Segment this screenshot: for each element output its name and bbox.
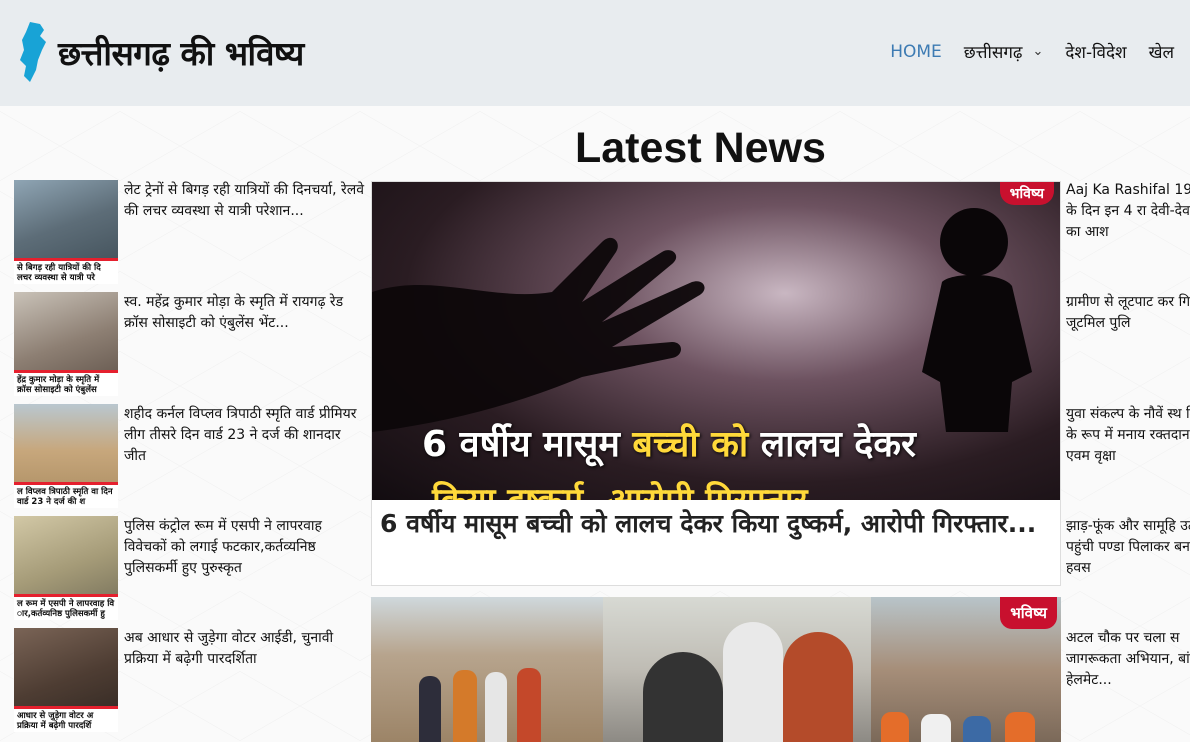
featured-image-headline: 6 वर्षीय मासूम बच्ची को लालच देकर [422,418,916,467]
news-thumbnail[interactable]: ल रूम में एसपी ने लापरवाह वि ार,कर्तव्यन… [14,516,118,620]
chevron-down-icon: ⌄ [1032,44,1044,59]
thumbnail-caption: हेंद्र कुमार मोड़ा के स्मृति में क्रॉस स… [14,370,118,396]
news-title[interactable]: Aaj Ka Rashifal 19 पंचमी के दिन इन 4 रा … [1066,180,1190,243]
news-title[interactable]: ग्रामीण से लूटपाट कर गिरफ्तार, जूटमिल पु… [1066,292,1190,334]
list-item[interactable]: से बिगड़ रही यात्रियों की दि लचर व्यवस्थ… [14,180,364,292]
news-title[interactable]: स्व. महेंद्र कुमार मोड़ा के स्मृति में र… [124,292,364,404]
thumbnail-caption: ल विप्लव त्रिपाठी स्मृति वा दिन वार्ड 23… [14,482,118,508]
nav-chhattisgarh-label: छत्तीसगढ़ [963,43,1023,63]
featured-image-subheadline: किया दुष्कर्म, आरोपी गिरफ्तार [432,476,808,500]
list-item[interactable]: युवा संकल्प के नौवें स्थ दिवस के रूप में… [1066,404,1190,516]
list-item[interactable]: ल विप्लव त्रिपाठी स्मृति वा दिन वार्ड 23… [14,404,364,516]
news-thumbnail[interactable]: से बिगड़ रही यात्रियों की दि लचर व्यवस्थ… [14,180,118,284]
second-featured-image[interactable]: भविष्य [371,597,1061,742]
news-title[interactable]: पुलिस कंट्रोल रूम में एसपी ने लापरवाह वि… [124,516,364,628]
photo-panel [371,597,603,742]
news-title[interactable]: अटल चौक पर चला स जागरूकता अभियान, बांटे … [1066,628,1190,691]
site-logo[interactable]: छत्तीसगढ़ की भविष्य [16,20,304,84]
chhattisgarh-map-icon [20,22,46,82]
news-title[interactable]: लेट ट्रेनों से बिगड़ रही यात्रियों की दि… [124,180,364,292]
main-nav: HOME छत्तीसगढ़ ⌄ देश-विदेश खेल [868,40,1174,64]
thumbnail-caption: आधार से जुड़ेगा वोटर अ प्रक्रिया में बढ़… [14,706,118,732]
news-title[interactable]: युवा संकल्प के नौवें स्थ दिवस के रूप में… [1066,404,1190,467]
right-news-list: Aaj Ka Rashifal 19 पंचमी के दिन इन 4 रा … [1066,180,1190,740]
news-thumbnail[interactable]: आधार से जुड़ेगा वोटर अ प्रक्रिया में बढ़… [14,628,118,732]
news-thumbnail[interactable]: हेंद्र कुमार मोड़ा के स्मृति में क्रॉस स… [14,292,118,396]
featured-title[interactable]: 6 वर्षीय मासूम बच्ची को लालच देकर किया द… [372,500,1060,548]
nav-khel[interactable]: खेल [1149,40,1174,63]
nav-desh-videsh[interactable]: देश-विदेश [1065,40,1126,63]
thumbnail-caption: ल रूम में एसपी ने लापरवाह वि ार,कर्तव्यन… [14,594,118,620]
brand-badge: भविष्य [999,182,1054,205]
nav-home[interactable]: HOME [890,42,942,62]
brand-badge: भविष्य [1000,597,1057,629]
headline-part: 6 वर्षीय मासूम [422,424,633,465]
list-item[interactable]: ल रूम में एसपी ने लापरवाह वि ार,कर्तव्यन… [14,516,364,628]
list-item[interactable]: ग्रामीण से लूटपाट कर गिरफ्तार, जूटमिल पु… [1066,292,1190,404]
headline-part: लालच देकर [748,424,916,465]
hand-silhouette [372,237,705,432]
girl-silhouette [922,208,1032,432]
list-item[interactable]: Aaj Ka Rashifal 19 पंचमी के दिन इन 4 रा … [1066,180,1190,292]
photo-panel [603,597,871,742]
list-item[interactable]: झाड़-फूंक और सामूहि उठा दर्द, पहुंची पण्… [1066,516,1190,628]
featured-news-card[interactable]: भविष्य 6 वर्षीय मासूम बच्ची को लालच देकर… [371,181,1061,586]
news-title[interactable]: शहीद कर्नल विप्लव त्रिपाठी स्मृति वार्ड … [124,404,364,516]
list-item[interactable]: हेंद्र कुमार मोड़ा के स्मृति में क्रॉस स… [14,292,364,404]
news-title[interactable]: झाड़-फूंक और सामूहि उठा दर्द, पहुंची पण्… [1066,516,1190,579]
site-header: छत्तीसगढ़ की भविष्य HOME छत्तीसगढ़ ⌄ देश… [0,0,1190,106]
list-item[interactable]: आधार से जुड़ेगा वोटर अ प्रक्रिया में बढ़… [14,628,364,740]
news-thumbnail[interactable]: ल विप्लव त्रिपाठी स्मृति वा दिन वार्ड 23… [14,404,118,508]
left-news-list: से बिगड़ रही यात्रियों की दि लचर व्यवस्थ… [14,180,364,740]
section-title: Latest News [575,124,826,172]
thumbnail-caption: से बिगड़ रही यात्रियों की दि लचर व्यवस्थ… [14,258,118,284]
photo-panel: भविष्य [871,597,1061,742]
headline-highlight: बच्ची को [632,424,749,465]
featured-image[interactable]: भविष्य 6 वर्षीय मासूम बच्ची को लालच देकर… [372,182,1060,500]
list-item[interactable]: अटल चौक पर चला स जागरूकता अभियान, बांटे … [1066,628,1190,740]
nav-chhattisgarh[interactable]: छत्तीसगढ़ ⌄ [964,40,1044,63]
site-name: छत्तीसगढ़ की भविष्य [58,33,304,73]
news-title[interactable]: अब आधार से जुड़ेगा वोटर आईडी, चुनावी प्र… [124,628,364,740]
